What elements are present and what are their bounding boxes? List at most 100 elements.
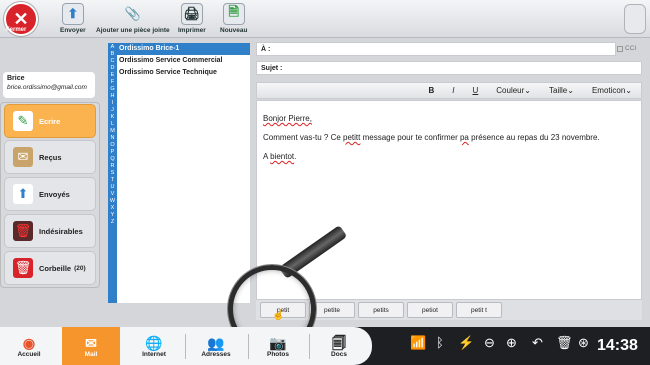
alphabet-index[interactable]: ABCDEFGHIJKLMNOPQRSTUVWXYZ: [108, 43, 117, 303]
alphabet-letter[interactable]: C: [108, 58, 117, 65]
chevron-down-icon: ⌄: [567, 86, 574, 95]
dock-internet[interactable]: 🌐 Internet: [125, 327, 183, 365]
body-line-closing: A bientot.: [263, 147, 635, 166]
contacts-icon: 👥: [207, 334, 225, 351]
folder-inbox[interactable]: ✉ Reçus: [4, 140, 96, 174]
dock-mail[interactable]: ✉ Mail: [62, 327, 120, 365]
alphabet-letter[interactable]: X: [108, 205, 117, 212]
cci-toggle[interactable]: CCI: [617, 45, 636, 52]
dock-home[interactable]: ◉ Accueil: [0, 327, 58, 365]
folder-sent[interactable]: ⬆ Envoyés: [4, 177, 96, 211]
misspelled-word[interactable]: pa: [460, 133, 469, 142]
contact-item[interactable]: Ordissimo Service Technique: [117, 67, 250, 79]
globe-icon: 🌐: [145, 334, 163, 351]
suggestion-button[interactable]: petiot: [407, 302, 453, 318]
dock-label: Adresses: [201, 350, 231, 358]
inbox-icon: ✉: [13, 147, 33, 167]
color-dropdown[interactable]: Couleur⌄: [487, 86, 540, 95]
spam-icon: 🗑: [13, 221, 33, 241]
alphabet-letter[interactable]: O: [108, 142, 117, 149]
subject-label: Sujet :: [261, 65, 283, 72]
alphabet-letter[interactable]: K: [108, 114, 117, 121]
alphabet-letter[interactable]: E: [108, 72, 117, 79]
suggestion-button[interactable]: petits: [358, 302, 404, 318]
bold-button[interactable]: B: [419, 86, 443, 95]
wifi-icon[interactable]: 📶: [410, 335, 426, 351]
alphabet-letter[interactable]: H: [108, 93, 117, 100]
emoticon-label: Emoticon: [591, 86, 626, 95]
to-field[interactable]: À :: [256, 42, 616, 56]
alphabet-letter[interactable]: J: [108, 107, 117, 114]
attach-button[interactable]: 📎 Ajouter une pièce jointe: [96, 3, 170, 34]
alphabet-letter[interactable]: T: [108, 177, 117, 184]
alphabet-letter[interactable]: Y: [108, 212, 117, 219]
chevron-down-icon: ⌄: [625, 86, 632, 95]
italic-button[interactable]: I: [443, 86, 463, 95]
alphabet-letter[interactable]: D: [108, 65, 117, 72]
folder-compose[interactable]: ✎ Ecrire: [4, 104, 96, 138]
undo-icon[interactable]: ↶: [532, 335, 543, 351]
compose-icon: ✎: [13, 111, 33, 131]
zoom-out-icon[interactable]: ⊖: [484, 335, 495, 351]
zoom-in-icon[interactable]: ⊕: [506, 335, 517, 351]
alphabet-letter[interactable]: F: [108, 79, 117, 86]
folder-spam[interactable]: 🗑 Indésirables: [4, 214, 96, 248]
top-toolbar: ✕ Fermer ⬆ Envoyer 📎 Ajouter une pièce j…: [0, 0, 650, 38]
contact-list: Ordissimo Brice-1 Ordissimo Service Comm…: [117, 43, 250, 303]
contact-item[interactable]: Ordissimo Service Commercial: [117, 55, 250, 67]
suggestion-button[interactable]: petit t: [456, 302, 502, 318]
send-button[interactable]: ⬆ Envoyer: [60, 3, 86, 34]
alphabet-letter[interactable]: A: [108, 44, 117, 51]
dock-contacts[interactable]: 👥 Adresses: [187, 327, 245, 365]
alphabet-letter[interactable]: N: [108, 135, 117, 142]
size-dropdown[interactable]: Taille⌄: [540, 86, 583, 95]
alphabet-letter[interactable]: W: [108, 198, 117, 205]
alphabet-letter[interactable]: S: [108, 170, 117, 177]
alphabet-letter[interactable]: P: [108, 149, 117, 156]
user-email: brice.ordissimo@gmail.com: [7, 84, 87, 91]
text: présence au repas du 23 novembre.: [468, 133, 600, 142]
emoticon-dropdown[interactable]: Emoticon⌄: [583, 86, 641, 95]
contact-item[interactable]: Ordissimo Brice-1: [117, 43, 250, 55]
body-line-greeting: Bonjor Pierre,: [263, 109, 635, 128]
dock-label: Internet: [142, 350, 166, 358]
misspelled-word[interactable]: petitt: [343, 133, 360, 142]
alphabet-letter[interactable]: G: [108, 86, 117, 93]
misspelled-word[interactable]: bientot: [270, 152, 294, 161]
message-editor[interactable]: Bonjor Pierre, Comment vas-tu ? Ce petit…: [256, 100, 642, 300]
hand-cursor-icon: ☝: [272, 310, 285, 321]
clock: 14:38: [597, 337, 638, 354]
send-icon: ⬆: [61, 3, 84, 25]
dock-photos[interactable]: 📷 Photos: [249, 327, 307, 365]
alphabet-letter[interactable]: V: [108, 191, 117, 198]
side-tab-handle[interactable]: [624, 4, 646, 34]
alphabet-letter[interactable]: M: [108, 128, 117, 135]
print-button[interactable]: 🖨 Imprimer: [178, 3, 206, 34]
trash-icon: 🗑: [13, 258, 33, 278]
subject-field[interactable]: Sujet :: [256, 61, 642, 75]
trash-bin-icon[interactable]: 🗑: [556, 335, 573, 351]
help-icon[interactable]: ⊛: [578, 335, 589, 351]
dock-label: Accueil: [17, 350, 41, 358]
alphabet-letter[interactable]: L: [108, 121, 117, 128]
color-label: Couleur: [496, 86, 525, 95]
mail-icon: ✉: [85, 334, 97, 351]
new-button[interactable]: 🗎 Nouveau: [220, 3, 247, 34]
battery-icon[interactable]: ⚡: [458, 335, 474, 351]
underline-button[interactable]: U: [464, 86, 488, 95]
alphabet-letter[interactable]: Q: [108, 156, 117, 163]
folder-label: Ecrire: [39, 116, 61, 126]
dock-label: Docs: [331, 350, 347, 358]
dock-separator: [185, 334, 186, 359]
alphabet-letter[interactable]: Z: [108, 219, 117, 226]
camera-icon: 📷: [269, 334, 287, 351]
bluetooth-icon[interactable]: ᛒ: [436, 335, 444, 350]
dock-docs[interactable]: 🗐 Docs: [310, 327, 368, 365]
folder-trash[interactable]: 🗑 Corbeille (20): [4, 251, 96, 285]
alphabet-letter[interactable]: R: [108, 163, 117, 170]
alphabet-letter[interactable]: U: [108, 184, 117, 191]
alphabet-letter[interactable]: I: [108, 100, 117, 107]
print-label: Imprimer: [178, 27, 206, 34]
user-name: Brice: [7, 75, 25, 82]
alphabet-letter[interactable]: B: [108, 51, 117, 58]
